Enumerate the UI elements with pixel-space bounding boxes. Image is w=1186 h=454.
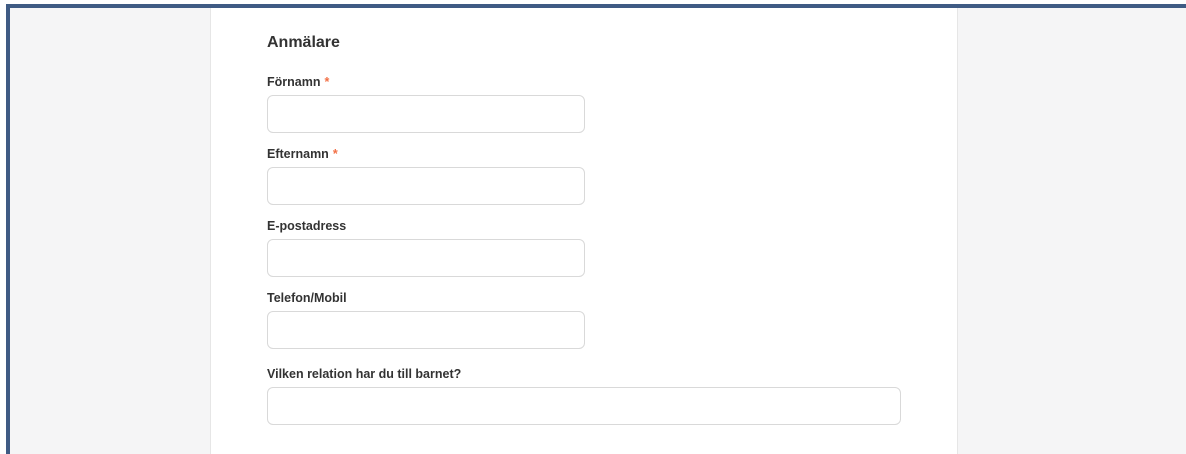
email-label-text: E-postadress [267,219,347,233]
required-marker: * [324,75,330,89]
last-name-label-text: Efternamn [267,147,329,161]
required-marker: * [332,147,338,161]
last-name-label: Efternamn * [267,147,338,161]
section-title: Anmälare [267,34,340,51]
phone-label-text: Telefon/Mobil [267,291,347,305]
form-container: Anmälare Förnamn * Efternamn * E-postadres… [210,8,958,454]
last-name-input[interactable] [267,167,585,205]
first-name-label: Förnamn * [267,75,329,89]
phone-input[interactable] [267,311,585,349]
page-frame: Anmälare Förnamn * Efternamn * E-postadres… [6,4,1186,454]
relation-label: Vilken relation har du till barnet? [267,367,461,381]
first-name-input[interactable] [267,95,585,133]
phone-label: Telefon/Mobil [267,291,347,305]
first-name-label-text: Förnamn [267,75,321,89]
relation-label-text: Vilken relation har du till barnet? [267,367,462,381]
email-input[interactable] [267,239,585,277]
email-label: E-postadress [267,219,346,233]
relation-input[interactable] [267,387,901,425]
